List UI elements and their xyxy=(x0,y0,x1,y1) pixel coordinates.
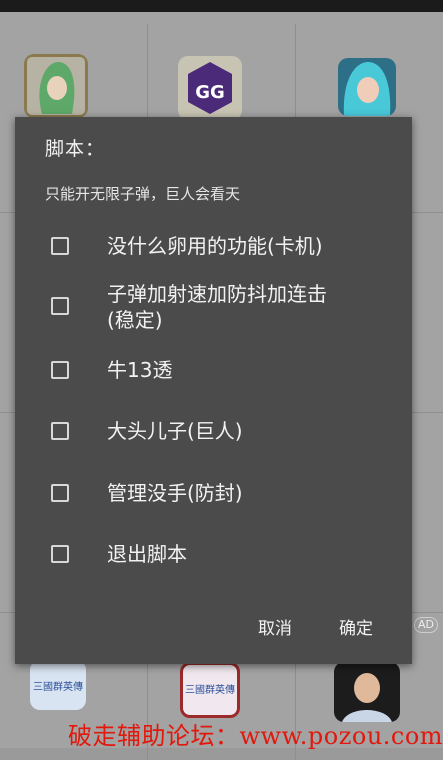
avatar-icon[interactable] xyxy=(334,662,400,722)
ad-badge: AD xyxy=(414,617,438,633)
option-item[interactable]: 子弹加射速加防抖加连击 (稳定) xyxy=(15,277,412,341)
option-label: 子弹加射速加防抖加连击 (稳定) xyxy=(107,282,327,332)
option-item[interactable]: 退出脚本 xyxy=(15,529,412,579)
checkbox[interactable] xyxy=(51,297,69,315)
option-label: 没什么卵用的功能(卡机) xyxy=(107,234,323,258)
option-item[interactable]: 牛13透 xyxy=(15,345,412,395)
checkbox[interactable] xyxy=(51,484,69,502)
confirm-button[interactable]: 确定 xyxy=(333,610,379,643)
option-item[interactable]: 管理没手(防封) xyxy=(15,468,412,518)
tile-text: 三國群英傳 xyxy=(185,685,235,696)
character-green-hair-icon[interactable] xyxy=(24,54,88,118)
option-label: 管理没手(防封) xyxy=(107,481,243,505)
option-item[interactable]: 大头儿子(巨人) xyxy=(15,406,412,456)
watermark-text: 破走辅助论坛：www.pozou.com xyxy=(68,722,443,750)
option-label: 大头儿子(巨人) xyxy=(107,419,243,443)
cancel-button[interactable]: 取消 xyxy=(252,610,298,643)
dialog-title: 脚本： xyxy=(45,138,106,160)
script-dialog: 脚本： 只能开无限子弹，巨人会看天 没什么卵用的功能(卡机) 子弹加射速加防抖加… xyxy=(15,117,412,664)
tile-text: 三國群英傳 xyxy=(33,682,83,693)
game-icon-sanguo[interactable]: 三國群英傳 xyxy=(30,660,86,710)
svg-text:GG: GG xyxy=(195,82,225,103)
game-icon-sanguo-2[interactable]: 三國群英傳 xyxy=(180,662,240,718)
checkbox[interactable] xyxy=(51,361,69,379)
character-blue-hair-icon[interactable] xyxy=(338,58,396,116)
checkbox[interactable] xyxy=(51,545,69,563)
status-bar xyxy=(0,0,443,12)
option-label: 退出脚本 xyxy=(107,542,187,566)
checkbox[interactable] xyxy=(51,422,69,440)
checkbox[interactable] xyxy=(51,237,69,255)
option-item[interactable]: 没什么卵用的功能(卡机) xyxy=(15,221,412,271)
option-label: 牛13透 xyxy=(107,358,173,382)
dialog-message: 只能开无限子弹，巨人会看天 xyxy=(45,185,241,203)
gg-game-guardian-icon[interactable]: GG xyxy=(178,56,242,120)
